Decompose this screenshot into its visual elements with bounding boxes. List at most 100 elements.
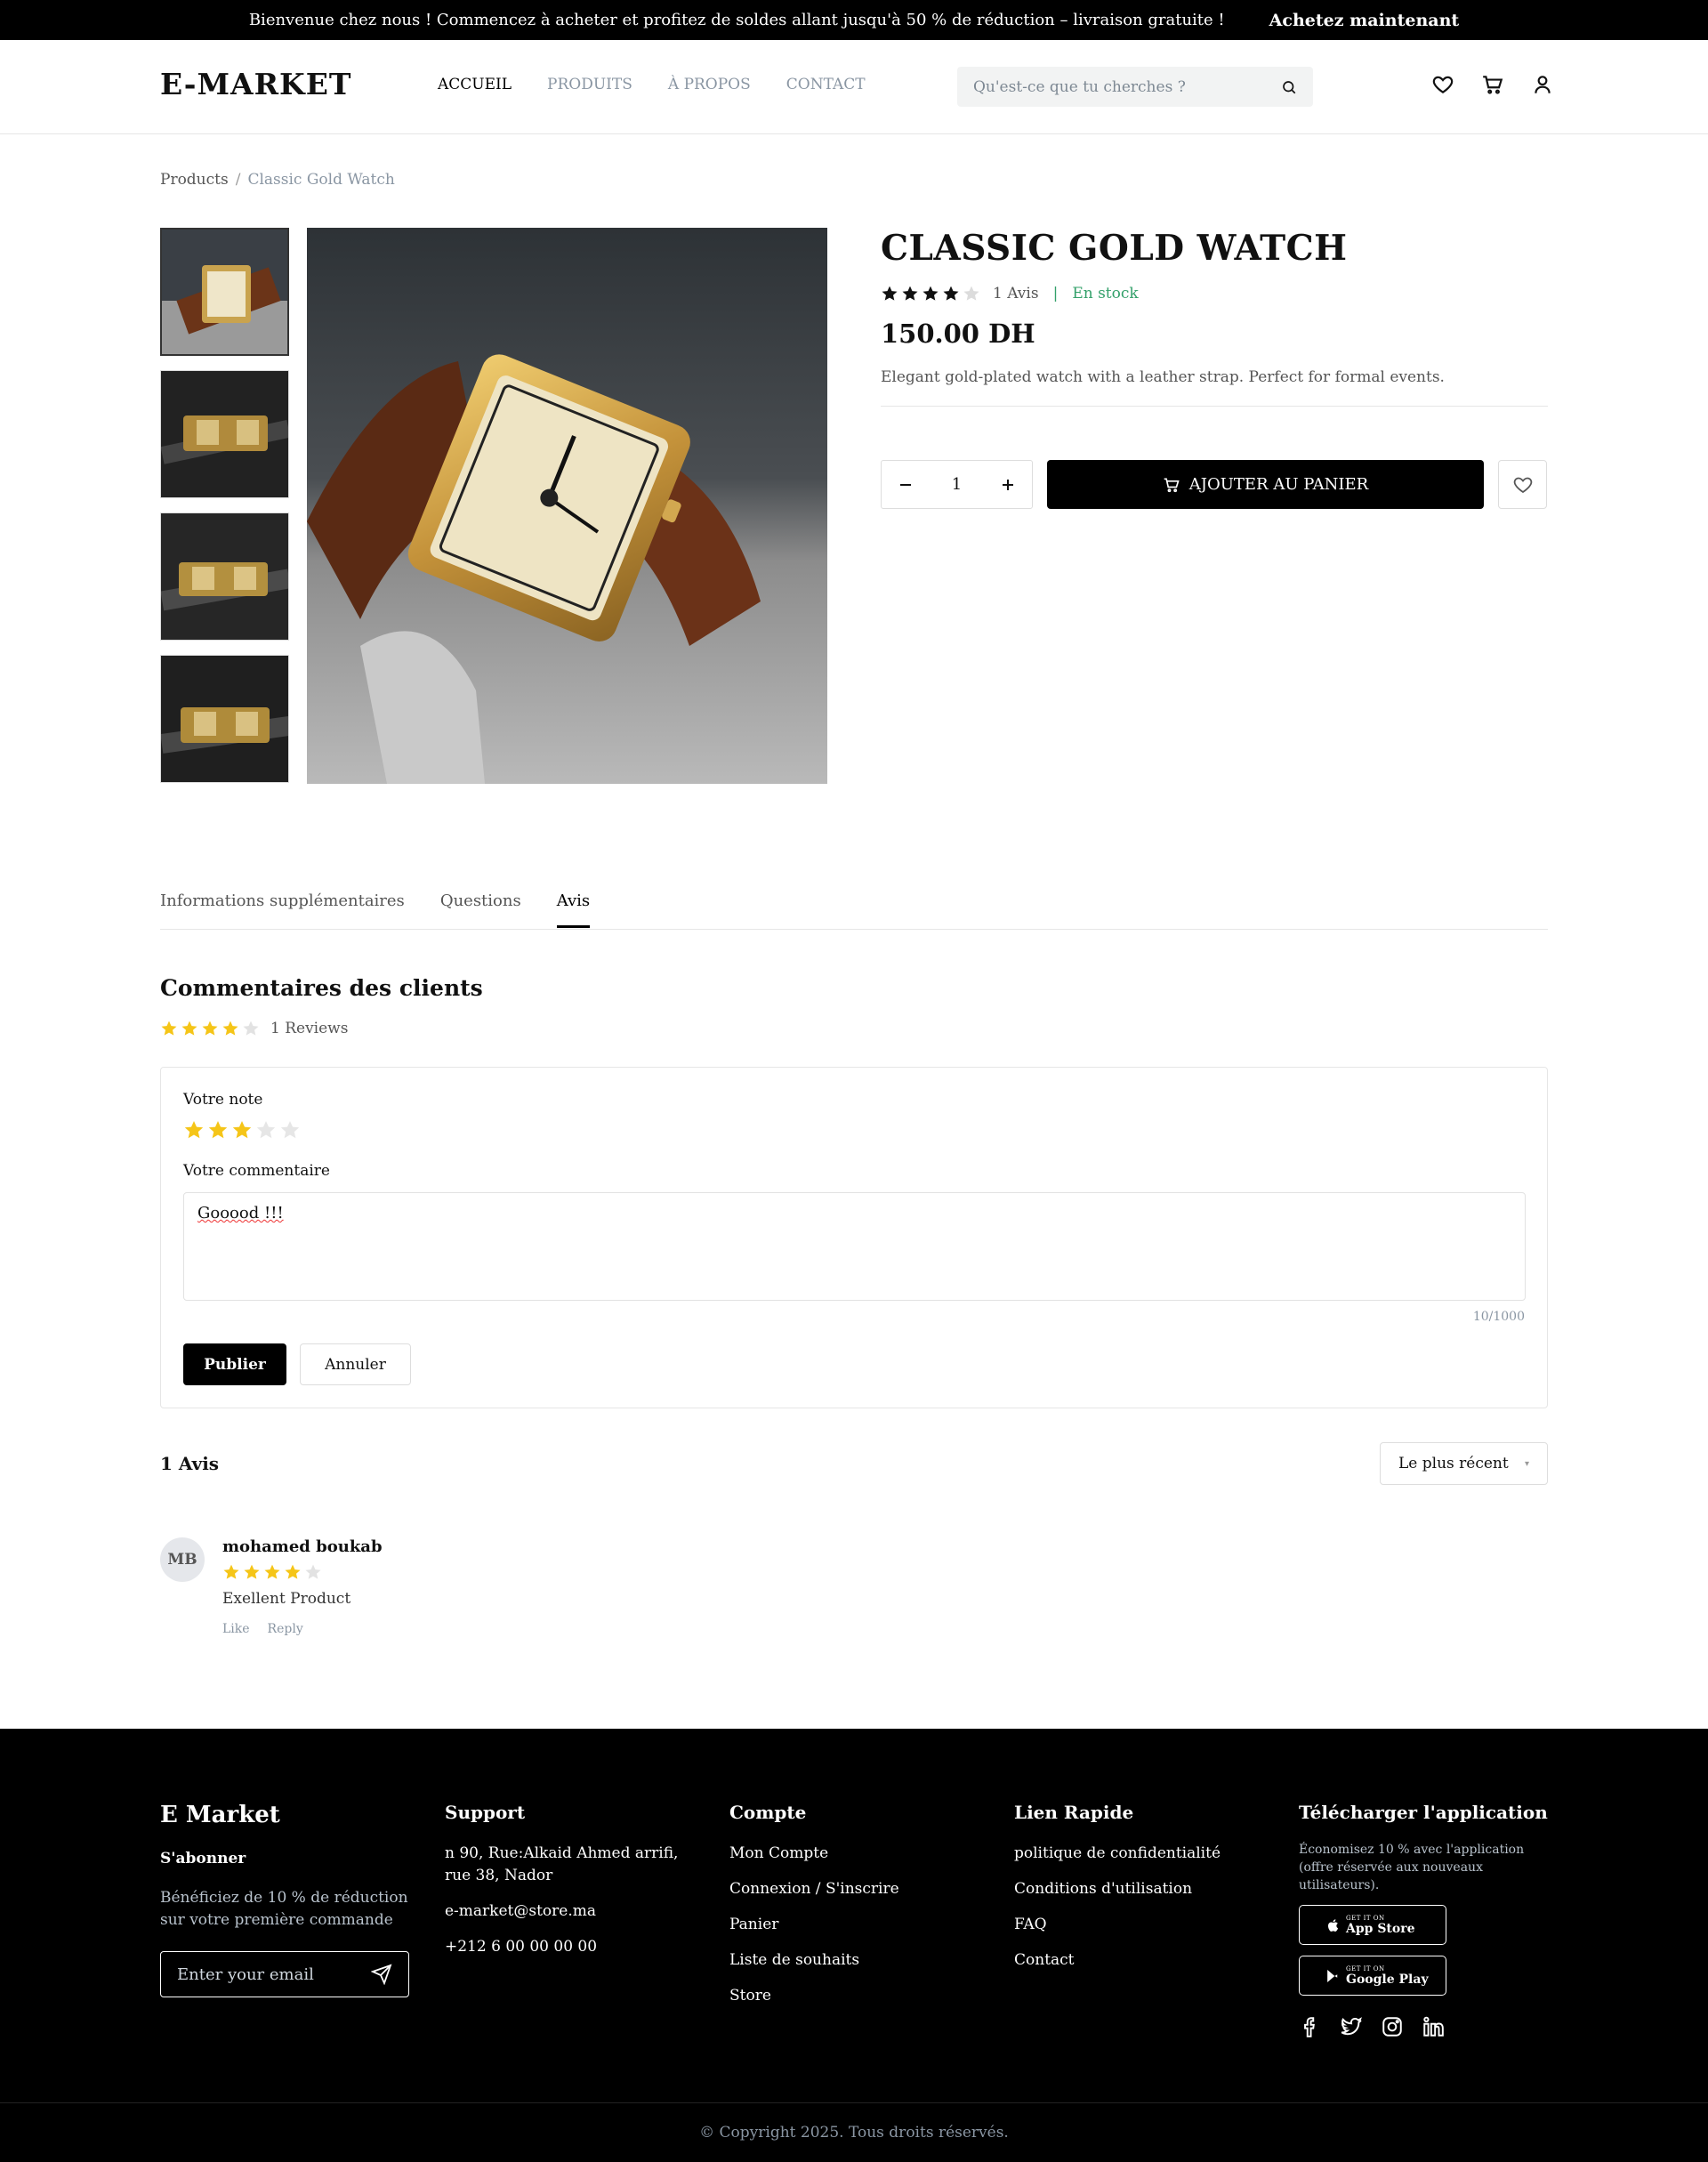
cancel-button[interactable]: Annuler (300, 1343, 411, 1385)
reply-button[interactable]: Reply (268, 1622, 303, 1636)
tab-additional-info[interactable]: Informations supplémentaires (160, 890, 405, 929)
breadcrumb: Products / Classic Gold Watch (160, 171, 395, 189)
add-to-cart-label: AJOUTER AU PANIER (1188, 475, 1369, 494)
user-icon[interactable] (1531, 73, 1554, 96)
nav-home[interactable]: ACCUEIL (438, 76, 512, 93)
footer-link-contact[interactable]: Contact (1014, 1949, 1221, 1972)
newsletter-email-input[interactable]: Enter your email (160, 1951, 409, 1997)
rating-star-2[interactable] (207, 1119, 229, 1141)
rating-star-5[interactable] (279, 1119, 301, 1141)
site-footer: E Market S'abonner Bénéficiez de 10 % de… (0, 1729, 1708, 2162)
facebook-icon[interactable] (1299, 2015, 1322, 2038)
cart-icon[interactable] (1481, 73, 1504, 96)
rating-label: Votre note (183, 1091, 263, 1109)
star-icon (882, 286, 898, 301)
heart-icon[interactable] (1431, 73, 1454, 96)
product-main-image[interactable] (307, 228, 827, 784)
review-stars (222, 1563, 667, 1581)
like-button[interactable]: Like (222, 1622, 250, 1636)
shop-now-link[interactable]: Achetez maintenant (1269, 11, 1460, 30)
search-placeholder: Qu'est-ce que tu cherches ? (973, 77, 1186, 96)
footer-account-column: Compte Mon Compte Connexion / S'inscrire… (729, 1802, 899, 2021)
reviewer-name: mohamed boukab (222, 1537, 383, 1556)
nav-products[interactable]: PRODUITS (547, 76, 632, 93)
linkedin-icon[interactable] (1422, 2015, 1445, 2038)
product-rating-row: 1 Avis | En stock (881, 285, 1548, 303)
search-input[interactable]: Qu'est-ce que tu cherches ? (957, 67, 1313, 107)
product-stars (881, 285, 980, 303)
reviews-title: Commentaires des clients (160, 975, 483, 1001)
tab-questions[interactable]: Questions (440, 890, 521, 929)
send-icon[interactable] (371, 1964, 392, 1985)
footer-link-cart[interactable]: Panier (729, 1914, 899, 1936)
rating-star-1[interactable] (183, 1119, 205, 1141)
comment-textarea[interactable]: Gooood !!! (183, 1192, 1526, 1301)
app-store-button[interactable]: GET IT ON App Store (1299, 1905, 1446, 1945)
google-play-button[interactable]: GET IT ON Google Play (1299, 1956, 1446, 1996)
quantity-stepper: 1 (881, 460, 1033, 509)
site-logo[interactable]: E-MARKET (160, 67, 351, 101)
promo-bar: Bienvenue chez nous ! Commencez à achete… (0, 0, 1708, 40)
copyright-bar: © Copyright 2025. Tous droits réservés. (0, 2102, 1708, 2162)
footer-link-store[interactable]: Store (729, 1985, 899, 2007)
support-heading: Support (445, 1802, 526, 1823)
footer-link-my-account[interactable]: Mon Compte (729, 1843, 899, 1865)
app-store-small: GET IT ON (1346, 1914, 1385, 1922)
footer-link-faq[interactable]: FAQ (1014, 1914, 1221, 1936)
star-empty-icon (243, 1020, 259, 1036)
wishlist-button[interactable] (1498, 460, 1547, 509)
apple-icon (1327, 1918, 1339, 1932)
rating-star-4[interactable] (255, 1119, 277, 1141)
instagram-icon[interactable] (1381, 2015, 1404, 2038)
app-note: Économisez 10 % avec l'application (offr… (1299, 1843, 1525, 1892)
footer-link-wishlist[interactable]: Liste de souhaits (729, 1949, 899, 1972)
product-tabs: Informations supplémentaires Questions A… (160, 890, 1548, 930)
app-heading: Télécharger l'application (1299, 1802, 1548, 1823)
google-play-small: GET IT ON (1346, 1964, 1385, 1972)
buy-row: 1 AJOUTER AU PANIER (881, 460, 1548, 509)
footer-link-privacy[interactable]: politique de confidentialité (1014, 1843, 1221, 1865)
heart-icon (1513, 477, 1532, 493)
support-email[interactable]: e-market@store.ma (445, 1900, 703, 1923)
copyright-text: © Copyright 2025. Tous droits réservés. (699, 2124, 1009, 2142)
quantity-increase-button[interactable] (998, 475, 1018, 495)
promo-text: Bienvenue chez nous ! Commencez à achete… (248, 11, 1225, 29)
nav-contact[interactable]: CONTACT (786, 76, 866, 93)
thumbnail-3[interactable] (160, 512, 289, 641)
rating-star-3[interactable] (231, 1119, 253, 1141)
footer-link-login[interactable]: Connexion / S'inscrire (729, 1878, 899, 1900)
publish-button[interactable]: Publier (183, 1343, 286, 1385)
google-play-label: Google Play (1346, 1972, 1429, 1987)
tab-reviews[interactable]: Avis (556, 890, 591, 928)
search-icon[interactable] (1281, 79, 1297, 95)
star-empty-icon (305, 1564, 321, 1579)
quantity-decrease-button[interactable] (896, 475, 915, 495)
reviews-summary: 1 Reviews (160, 1020, 348, 1037)
thumbnail-2[interactable] (160, 370, 289, 498)
star-icon (222, 1020, 238, 1036)
star-icon (181, 1020, 197, 1036)
character-counter: 10/1000 (1472, 1310, 1525, 1324)
star-icon (902, 286, 918, 301)
reviews-count[interactable]: 1 Avis (993, 285, 1039, 303)
star-icon (202, 1020, 218, 1036)
thumbnail-4[interactable] (160, 655, 289, 783)
star-icon (922, 286, 939, 301)
breadcrumb-products[interactable]: Products (160, 171, 229, 189)
site-header: E-MARKET ACCUEIL PRODUITS À PROPOS CONTA… (0, 40, 1708, 134)
quantity-value[interactable]: 1 (952, 475, 962, 494)
cart-icon (1164, 478, 1180, 492)
twitter-icon[interactable] (1340, 2015, 1363, 2038)
sort-select[interactable]: Le plus récent ▾ (1380, 1442, 1548, 1485)
footer-link-terms[interactable]: Conditions d'utilisation (1014, 1878, 1221, 1900)
add-to-cart-button[interactable]: AJOUTER AU PANIER (1047, 460, 1484, 509)
thumbnail-1[interactable] (160, 228, 289, 356)
review-body: mohamed boukab Exellent Product Like Rep… (222, 1537, 667, 1636)
support-phone[interactable]: +212 6 00 00 00 00 (445, 1936, 703, 1958)
nav-about[interactable]: À PROPOS (668, 76, 751, 93)
support-address: n 90, Rue:Alkaid Ahmed arrifi, rue 38, N… (445, 1844, 679, 1884)
rating-divider: | (1052, 285, 1059, 303)
product-info: CLASSIC GOLD WATCH 1 Avis | En stock 150… (881, 228, 1548, 509)
review-form: Votre note Votre commentaire Gooood !!! … (160, 1067, 1548, 1408)
product-price: 150.00 DH (881, 319, 1035, 349)
